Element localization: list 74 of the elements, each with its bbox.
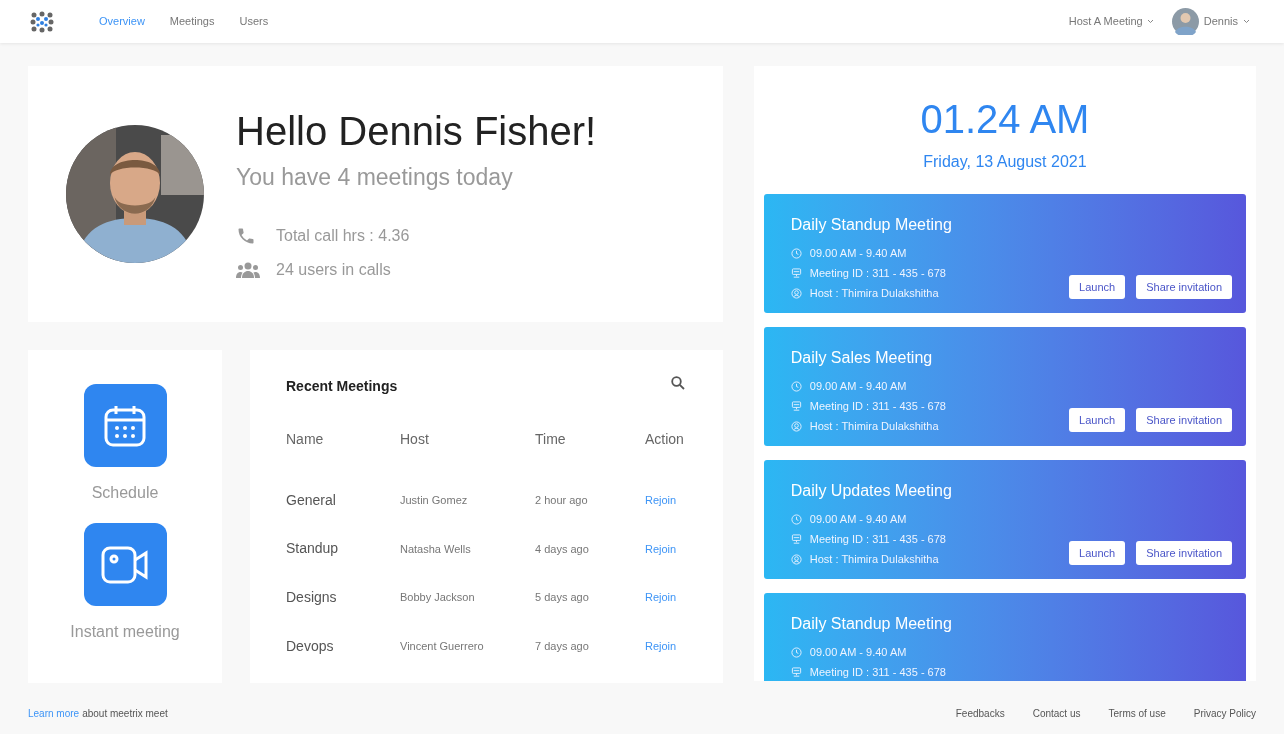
meeting-time: 09.00 AM - 9.40 AM bbox=[809, 378, 907, 394]
footer-link[interactable]: Privacy Policy bbox=[1193, 706, 1256, 721]
logo-icon bbox=[30, 10, 54, 33]
action-label: Instant meeting bbox=[70, 622, 180, 642]
column-header: Action bbox=[645, 430, 685, 449]
launch-button[interactable]: Launch bbox=[1069, 275, 1126, 299]
clock-icon bbox=[790, 247, 802, 259]
footer-link[interactable]: Terms of use bbox=[1108, 706, 1166, 721]
meeting-id: Meeting ID : 311 - 435 - 678 bbox=[809, 664, 946, 680]
nav-tab[interactable]: Users bbox=[239, 13, 269, 30]
share-invitation-button[interactable]: Share invitation bbox=[1136, 541, 1232, 565]
host-name: Bobby Jackson bbox=[400, 591, 475, 604]
host-name: Natasha Wells bbox=[400, 542, 471, 555]
host-meeting-menu[interactable]: Host A Meeting bbox=[1068, 13, 1154, 30]
launch-button[interactable]: Launch bbox=[1069, 541, 1126, 565]
user-icon bbox=[790, 553, 802, 565]
time-ago: 4 days ago bbox=[535, 542, 589, 555]
monitor-icon bbox=[790, 400, 802, 412]
meeting-host: Host : Thimira Dulakshitha bbox=[809, 285, 939, 301]
meeting-time: 09.00 AM - 9.40 AM bbox=[809, 245, 907, 261]
nav-tab[interactable]: Meetings bbox=[169, 13, 215, 30]
greeting-subtitle: You have 4 meetings today bbox=[236, 162, 514, 192]
caret-icon bbox=[1243, 19, 1250, 24]
stat-text: Total call hrs : 4.36 bbox=[276, 226, 410, 247]
clock-icon bbox=[790, 646, 802, 658]
stat-text: 24 users in calls bbox=[276, 260, 391, 281]
users-icon bbox=[236, 261, 262, 280]
greeting-title: Hello Dennis Fisher! bbox=[236, 107, 597, 155]
time-ago: 7 days ago bbox=[535, 639, 589, 652]
user-menu[interactable]: Dennis bbox=[1171, 8, 1250, 35]
share-invitation-button[interactable]: Share invitation bbox=[1136, 408, 1232, 432]
user-icon bbox=[790, 420, 802, 432]
meeting-time: 09.00 AM - 9.40 AM bbox=[809, 644, 907, 660]
schedule-button[interactable] bbox=[83, 384, 167, 467]
column-header: Name bbox=[286, 430, 325, 449]
footer-link[interactable]: Feedbacks bbox=[955, 706, 1005, 721]
meeting-name: Devops bbox=[286, 637, 334, 654]
meeting-time: 09.00 AM - 9.40 AM bbox=[809, 511, 907, 527]
column-header: Host bbox=[400, 430, 430, 449]
meeting-id: Meeting ID : 311 - 435 - 678 bbox=[809, 531, 946, 547]
clock-date: Friday, 13 August 2021 bbox=[922, 152, 1088, 172]
meeting-host: Host : Thimira Dulakshitha bbox=[809, 551, 939, 567]
user-icon bbox=[790, 287, 802, 299]
footer-link[interactable]: Contact us bbox=[1032, 706, 1081, 721]
footer-text: about meetrix meet bbox=[82, 707, 168, 721]
meeting-name: General bbox=[286, 491, 336, 508]
meeting-id: Meeting ID : 311 - 435 - 678 bbox=[809, 398, 946, 414]
meeting-title: Daily Standup Meeting bbox=[790, 215, 953, 235]
monitor-icon bbox=[790, 267, 802, 279]
clock-time: 01.24 AM bbox=[919, 96, 1091, 143]
meeting-title: Daily Sales Meeting bbox=[790, 348, 934, 368]
search-icon bbox=[670, 375, 685, 390]
monitor-icon bbox=[790, 533, 802, 545]
launch-button[interactable]: Launch bbox=[1069, 408, 1126, 432]
meeting-name: Designs bbox=[286, 589, 337, 605]
time-ago: 2 hour ago bbox=[535, 494, 588, 507]
card-title: Recent Meetings bbox=[286, 377, 398, 396]
meeting-title: Daily Updates Meeting bbox=[790, 481, 953, 501]
time-ago: 5 days ago bbox=[535, 591, 589, 604]
share-invitation-button[interactable]: Share invitation bbox=[1136, 275, 1232, 299]
monitor-icon bbox=[790, 666, 802, 678]
instant-meeting-button[interactable] bbox=[83, 523, 167, 606]
meeting-title: Daily Standup Meeting bbox=[790, 614, 953, 634]
meeting-host: Host : Thimira Dulakshitha bbox=[809, 418, 939, 434]
action-label: Schedule bbox=[91, 483, 159, 503]
host-name: Vincent Guerrero bbox=[400, 639, 484, 652]
meeting-id: Meeting ID : 311 - 435 - 678 bbox=[809, 265, 946, 281]
clock-icon bbox=[790, 380, 802, 392]
avatar-icon bbox=[1171, 8, 1199, 35]
clock-icon bbox=[790, 513, 802, 525]
column-header: Time bbox=[535, 430, 567, 449]
caret-icon bbox=[1146, 19, 1154, 24]
host-name: Justin Gomez bbox=[400, 494, 468, 507]
meeting-name: Standup bbox=[286, 540, 339, 557]
